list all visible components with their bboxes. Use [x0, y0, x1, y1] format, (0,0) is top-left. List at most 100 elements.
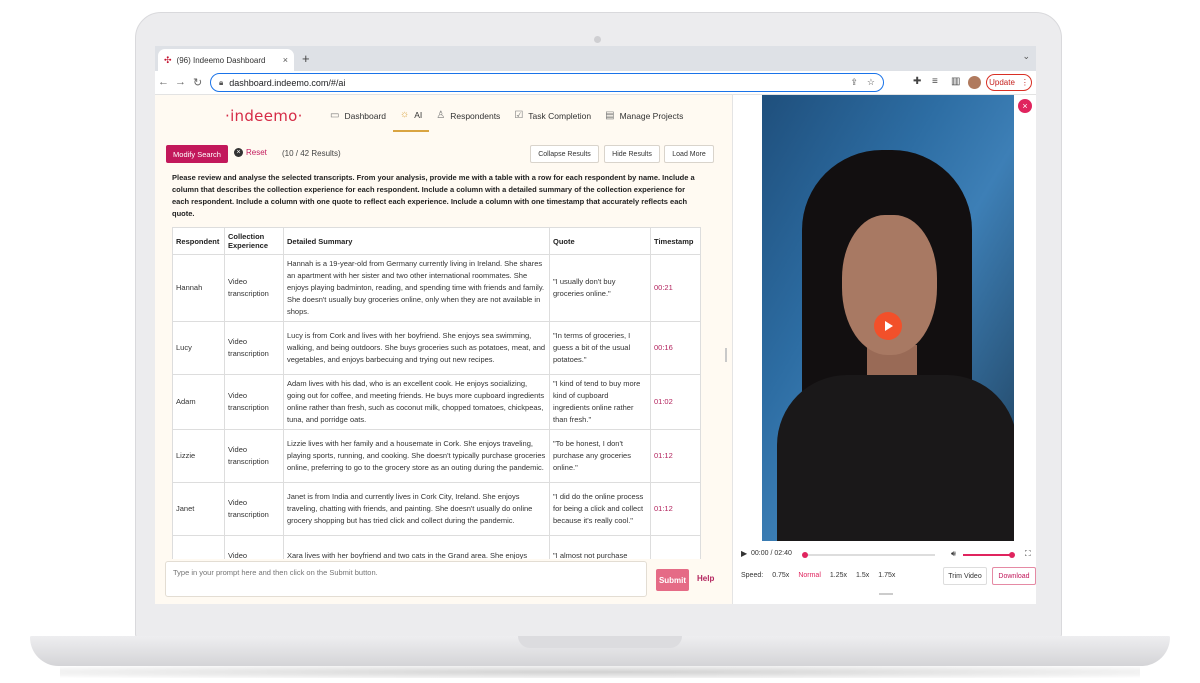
- back-icon[interactable]: ←: [158, 76, 169, 88]
- trim-video-button[interactable]: Trim Video: [943, 567, 987, 585]
- media-icon[interactable]: ≡: [932, 76, 938, 87]
- play-overlay-button[interactable]: [874, 312, 902, 340]
- quote-cell: "To be honest, I don't purchase any groc…: [549, 429, 651, 483]
- column-header: Detailed Summary: [283, 227, 550, 255]
- submit-button[interactable]: Submit: [656, 569, 689, 591]
- experience-cell: Video transcription: [224, 321, 284, 375]
- inbox-icon: ▤: [605, 110, 615, 121]
- table-row: Xara Video transcription Xara lives with…: [172, 535, 701, 559]
- nav-respondents[interactable]: ♙ Respondents: [429, 106, 507, 132]
- download-button[interactable]: Download: [992, 567, 1036, 585]
- help-link[interactable]: Help: [697, 574, 714, 583]
- seek-bar[interactable]: [805, 554, 935, 556]
- extensions-icon[interactable]: ✚: [913, 76, 921, 87]
- laptop-shadow: [60, 666, 1140, 678]
- main-nav: ▭ Dashboard ☼ AI ♙ Respondents ☑ Task Co…: [323, 106, 690, 132]
- close-video-icon[interactable]: ×: [1018, 99, 1032, 113]
- new-tab-button[interactable]: +: [302, 51, 310, 66]
- address-bar[interactable]: 🔒︎ dashboard.indeemo.com/#/ai ⇪ ☆: [210, 73, 884, 92]
- browser-menu-icon[interactable]: ⋮: [1021, 78, 1029, 87]
- nav-dashboard[interactable]: ▭ Dashboard: [323, 106, 393, 132]
- table-row: Janet Video transcription Janet is from …: [172, 482, 701, 536]
- results-table: Respondent Collection Experience Detaile…: [172, 227, 701, 559]
- nav-label: Task Completion: [528, 110, 592, 121]
- speed-option[interactable]: 1.75x: [878, 572, 895, 579]
- timestamp-link[interactable]: 00:16: [650, 321, 701, 375]
- collapse-results-button[interactable]: Collapse Results: [530, 145, 599, 163]
- lightbulb-icon: ☼: [400, 109, 410, 120]
- video-controls: ▶ 00:00 / 02:40 🔊︎ ⛶: [741, 549, 1036, 563]
- experience-cell: Video transcription: [224, 482, 284, 536]
- play-icon[interactable]: ▶: [741, 549, 747, 558]
- hide-results-button[interactable]: Hide Results: [604, 145, 660, 163]
- video-frame-shirt: [777, 375, 1014, 541]
- quote-cell: "I did do the online process for being a…: [549, 482, 651, 536]
- quote-cell: "I kind of tend to buy more kind of cupb…: [549, 374, 651, 430]
- volume-icon[interactable]: 🔊︎: [951, 549, 956, 559]
- nav-ai[interactable]: ☼ AI: [393, 106, 430, 132]
- summary-cell: Lizzie lives with her family and a house…: [283, 429, 550, 483]
- panel-resize-handle[interactable]: [725, 348, 727, 362]
- time-separator: /: [770, 550, 773, 557]
- speed-option[interactable]: 1.25x: [830, 572, 847, 579]
- table-row: Lucy Video transcription Lucy is from Co…: [172, 321, 701, 375]
- timestamp-link[interactable]: 00:21: [650, 254, 701, 322]
- browser-toolbar: ← → ↻ 🔒︎ dashboard.indeemo.com/#/ai ⇪ ☆ …: [155, 71, 1036, 95]
- nav-task-completion[interactable]: ☑ Task Completion: [507, 106, 598, 132]
- nav-label: AI: [414, 109, 423, 120]
- seek-handle[interactable]: [802, 552, 808, 558]
- respondent-cell: Adam: [172, 374, 225, 430]
- table-row: Lizzie Video transcription Lizzie lives …: [172, 429, 701, 483]
- browser-tabstrip: ✣ (96) Indeemo Dashboard × + ⌄: [155, 46, 1036, 71]
- experience-cell: Video transcription: [224, 429, 284, 483]
- timestamp-link[interactable]: 01:12: [650, 482, 701, 536]
- reset-button[interactable]: × Reset: [234, 148, 267, 157]
- speed-option-active[interactable]: Normal: [798, 572, 821, 579]
- summary-cell: Hannah is a 19-year-old from Germany cur…: [283, 254, 550, 322]
- nav-label: Dashboard: [344, 110, 387, 121]
- nav-manage-projects[interactable]: ▤ Manage Projects: [598, 106, 690, 132]
- respondent-cell: Hannah: [172, 254, 225, 322]
- timestamp-link[interactable]: 00:31: [650, 535, 701, 559]
- modify-search-button[interactable]: Modify Search: [166, 145, 228, 163]
- timestamp-link[interactable]: 01:02: [650, 374, 701, 430]
- speed-option[interactable]: 0.75x: [772, 572, 789, 579]
- indeemo-logo[interactable]: ·indeemo·: [225, 107, 303, 125]
- quote-cell: "In terms of groceries, I guess a bit of…: [549, 321, 651, 375]
- load-more-button[interactable]: Load More: [664, 145, 714, 163]
- table-header-row: Respondent Collection Experience Detaile…: [172, 227, 701, 255]
- experience-cell: Video transcription: [224, 374, 284, 430]
- tab-title: (96) Indeemo Dashboard: [176, 55, 266, 65]
- speed-option[interactable]: 1.5x: [856, 572, 869, 579]
- reload-icon[interactable]: ↻: [193, 76, 202, 89]
- summary-cell: Xara lives with her boyfriend and two ca…: [283, 535, 550, 559]
- panel-drag-handle[interactable]: [879, 593, 893, 595]
- volume-handle[interactable]: [1009, 552, 1015, 558]
- browser-tab[interactable]: ✣ (96) Indeemo Dashboard ×: [158, 49, 294, 71]
- prompt-box: [165, 561, 647, 597]
- person-icon: ♙: [436, 110, 446, 121]
- update-label: Update: [989, 78, 1015, 87]
- tab-close-icon[interactable]: ×: [283, 55, 288, 65]
- column-header: Collection Experience: [224, 227, 284, 255]
- prompt-input[interactable]: [166, 562, 646, 596]
- profile-avatar[interactable]: [968, 76, 981, 89]
- timestamp-link[interactable]: 01:12: [650, 429, 701, 483]
- respondent-cell: Xara: [172, 535, 225, 559]
- ai-panel: ·indeemo· ▭ Dashboard ☼ AI ♙ Respondents…: [155, 95, 729, 604]
- nav-label: Respondents: [450, 110, 501, 121]
- table-row: Adam Video transcription Adam lives with…: [172, 374, 701, 430]
- quote-cell: "I usually don't buy groceries online.": [549, 254, 651, 322]
- indeemo-app: ·indeemo· ▭ Dashboard ☼ AI ♙ Respondents…: [155, 95, 1036, 604]
- forward-icon[interactable]: →: [175, 76, 186, 88]
- tab-search-icon[interactable]: ⌄: [1022, 51, 1030, 62]
- volume-slider[interactable]: [963, 554, 1011, 556]
- ai-results[interactable]: Please review and analyse the selected t…: [155, 172, 721, 559]
- sidepanel-icon[interactable]: ▥: [951, 76, 960, 87]
- dashboard-icon: ▭: [330, 110, 340, 121]
- update-button[interactable]: Update ⋮: [986, 74, 1032, 91]
- share-icon[interactable]: ⇪: [850, 77, 858, 88]
- fullscreen-icon[interactable]: ⛶: [1025, 549, 1031, 559]
- video-player[interactable]: [762, 95, 1014, 541]
- bookmark-star-icon[interactable]: ☆: [867, 77, 875, 88]
